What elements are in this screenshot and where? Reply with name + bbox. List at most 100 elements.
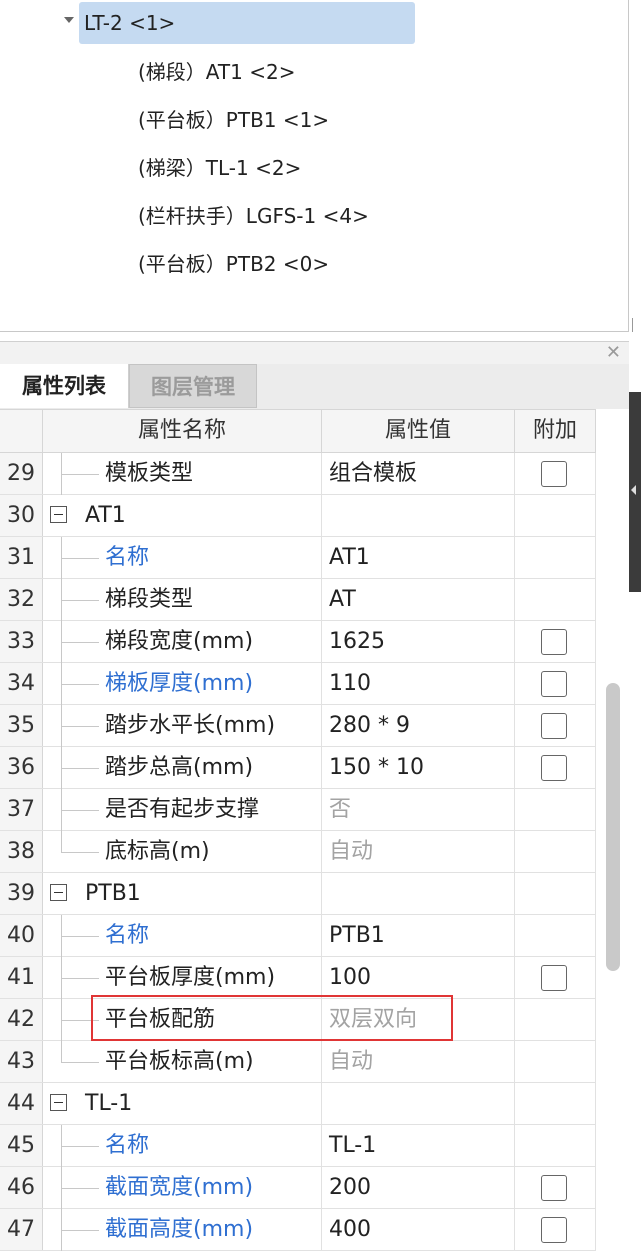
extra-cell (515, 789, 596, 830)
tree-node-tl1[interactable]: (梯梁）TL-1 <2> (138, 151, 301, 185)
property-name: 截面宽度(mm) (105, 1175, 254, 1200)
tree-node-root-selected[interactable]: LT-2 <1> (64, 2, 415, 44)
header-property-value[interactable]: 属性值 (322, 410, 515, 452)
property-value-cell[interactable]: PTB1 (322, 915, 515, 956)
property-value-cell[interactable]: 1625 (322, 621, 515, 662)
property-name-cell[interactable]: AT1 (43, 495, 322, 536)
property-value-cell[interactable]: 400 (322, 1209, 515, 1250)
table-row[interactable]: 43 平台板标高(m) 自动 (0, 1041, 596, 1083)
group-label: TL-1 (85, 1091, 133, 1116)
property-name-cell[interactable]: 踏步总高(mm) (43, 747, 322, 789)
table-row[interactable]: 41 平台板厚度(mm) 100 (0, 957, 596, 999)
row-number: 40 (0, 915, 43, 956)
table-row[interactable]: 35 踏步水平长(mm) 280 * 9 (0, 705, 596, 747)
table-row[interactable]: 31 名称 AT1 (0, 537, 596, 579)
table-row[interactable]: 33 梯段宽度(mm) 1625 (0, 621, 596, 663)
property-name-cell[interactable]: PTB1 (43, 873, 322, 914)
property-name-cell[interactable]: 梯段类型 (43, 579, 322, 621)
collapse-icon[interactable] (50, 884, 67, 901)
close-icon[interactable]: ✕ (606, 342, 621, 364)
row-number: 35 (0, 705, 43, 746)
property-value-cell[interactable]: 自动 (322, 831, 515, 872)
extra-checkbox[interactable] (541, 1175, 567, 1201)
divider (0, 331, 629, 332)
property-name-cell[interactable]: 名称 (43, 537, 322, 579)
property-value-cell[interactable] (322, 873, 515, 914)
property-name-cell[interactable]: 截面宽度(mm) (43, 1167, 322, 1209)
group-label: AT1 (85, 503, 126, 528)
group-row[interactable]: 44 TL-1 (0, 1083, 596, 1125)
extra-checkbox[interactable] (541, 629, 567, 655)
grid-body: 29 模板类型 组合模板 30 AT1 31 名称 AT1 32 梯段类型 AT 33 梯段宽度(mm)… (0, 453, 596, 1251)
property-name-cell[interactable]: 名称 (43, 1125, 322, 1167)
extra-checkbox[interactable] (541, 965, 567, 991)
tree-node-ptb1[interactable]: (平台板）PTB1 <1> (138, 103, 329, 137)
group-row[interactable]: 30 AT1 (0, 495, 596, 537)
property-value-cell[interactable]: AT1 (322, 537, 515, 578)
table-row[interactable]: 36 踏步总高(mm) 150 * 10 (0, 747, 596, 789)
property-name-cell[interactable]: 踏步水平长(mm) (43, 705, 322, 747)
extra-cell (515, 621, 596, 662)
extra-cell (515, 579, 596, 620)
property-name-cell[interactable]: 梯段宽度(mm) (43, 621, 322, 663)
property-value-cell[interactable]: 200 (322, 1167, 515, 1208)
extra-checkbox[interactable] (541, 461, 567, 487)
tree-connector (61, 474, 99, 475)
highlight-annotation (91, 995, 453, 1041)
property-name-cell[interactable]: 截面高度(mm) (43, 1209, 322, 1251)
collapse-icon[interactable] (50, 506, 67, 523)
property-name-cell[interactable]: TL-1 (43, 1083, 322, 1124)
property-name-cell[interactable]: 是否有起步支撑 (43, 789, 322, 831)
table-row[interactable]: 45 名称 TL-1 (0, 1125, 596, 1167)
extra-checkbox[interactable] (541, 755, 567, 781)
table-row[interactable]: 37 是否有起步支撑 否 (0, 789, 596, 831)
property-value-cell[interactable] (322, 1083, 515, 1124)
property-name-cell[interactable]: 名称 (43, 915, 322, 957)
property-name: 梯段类型 (105, 587, 194, 612)
header-extra[interactable]: 附加 (515, 410, 596, 452)
row-number: 29 (0, 453, 43, 494)
property-name-cell[interactable]: 模板类型 (43, 453, 322, 495)
extra-checkbox[interactable] (541, 1217, 567, 1243)
property-name-cell[interactable]: 平台板标高(m) (43, 1041, 322, 1082)
divider (632, 318, 633, 332)
property-value-cell[interactable]: 自动 (322, 1041, 515, 1082)
property-value-cell[interactable]: 否 (322, 789, 515, 830)
grid-header: 属性名称 属性值 附加 (0, 409, 596, 453)
tree-node-lgfs1[interactable]: (栏杆扶手）LGFS-1 <4> (138, 199, 369, 233)
tree-node-ptb2[interactable]: (平台板）PTB2 <0> (138, 247, 329, 281)
property-value-cell[interactable]: 100 (322, 957, 515, 998)
property-value-cell[interactable]: 110 (322, 663, 515, 704)
extra-checkbox[interactable] (541, 713, 567, 739)
expand-caret-icon[interactable] (64, 17, 74, 23)
extra-cell (515, 1125, 596, 1166)
table-row[interactable]: 29 模板类型 组合模板 (0, 453, 596, 495)
extra-checkbox[interactable] (541, 671, 567, 697)
extra-cell (515, 663, 596, 704)
property-name-cell[interactable]: 梯板厚度(mm) (43, 663, 322, 705)
scrollbar-thumb[interactable] (606, 683, 620, 971)
chevron-left-icon[interactable] (631, 485, 636, 495)
table-row[interactable]: 40 名称 PTB1 (0, 915, 596, 957)
collapse-icon[interactable] (50, 1094, 67, 1111)
property-value-cell[interactable]: AT (322, 579, 515, 620)
table-row[interactable]: 47 截面高度(mm) 400 (0, 1209, 596, 1251)
tree-connector (61, 1041, 62, 1063)
property-name-cell[interactable]: 底标高(m) (43, 831, 322, 872)
tree-node-label: LT-2 <1> (84, 11, 176, 35)
property-value-cell[interactable]: 组合模板 (322, 453, 515, 494)
table-row[interactable]: 38 底标高(m) 自动 (0, 831, 596, 873)
table-row[interactable]: 46 截面宽度(mm) 200 (0, 1167, 596, 1209)
group-row[interactable]: 39 PTB1 (0, 873, 596, 915)
tree-node-at1[interactable]: (梯段）AT1 <2> (138, 55, 295, 89)
property-value-cell[interactable] (322, 495, 515, 536)
table-row[interactable]: 34 梯板厚度(mm) 110 (0, 663, 596, 705)
header-property-name[interactable]: 属性名称 (43, 410, 322, 452)
tab-property-list[interactable]: 属性列表 (0, 364, 129, 408)
property-value-cell[interactable]: 150 * 10 (322, 747, 515, 788)
tab-layer-management[interactable]: 图层管理 (129, 364, 257, 408)
property-value-cell[interactable]: TL-1 (322, 1125, 515, 1166)
property-name-cell[interactable]: 平台板厚度(mm) (43, 957, 322, 999)
table-row[interactable]: 32 梯段类型 AT (0, 579, 596, 621)
property-value-cell[interactable]: 280 * 9 (322, 705, 515, 746)
